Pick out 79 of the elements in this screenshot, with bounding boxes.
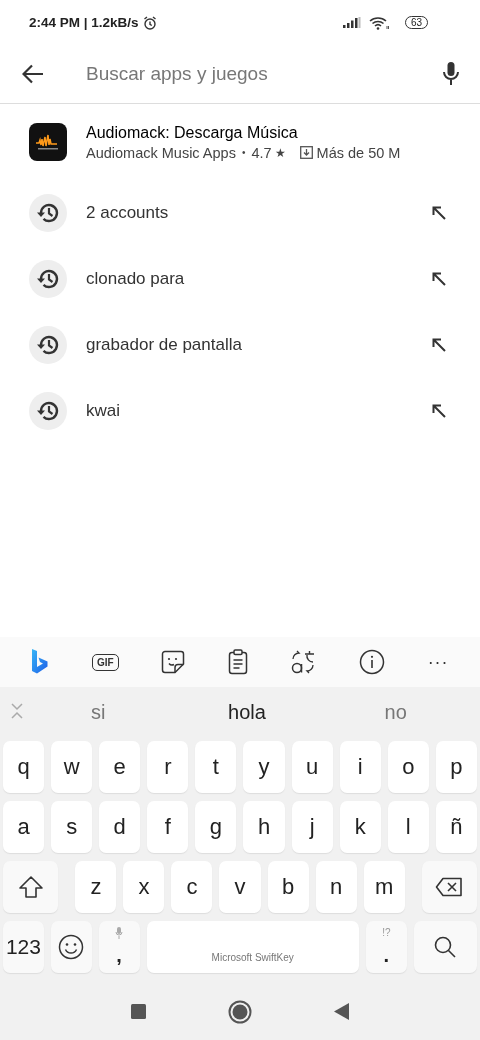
fill-in-arrow-icon[interactable]: [432, 404, 446, 418]
history-icon: [29, 260, 67, 298]
letter-key[interactable]: y: [243, 741, 285, 793]
letter-key[interactable]: q: [3, 741, 45, 793]
letter-key[interactable]: g: [195, 801, 237, 853]
search-key[interactable]: [413, 921, 478, 973]
letter-key[interactable]: h: [243, 801, 285, 853]
fill-in-arrow-icon[interactable]: [432, 338, 446, 352]
space-key[interactable]: Microsoft SwiftKey: [146, 921, 359, 973]
search-field[interactable]: Buscar apps y juegos: [86, 59, 442, 89]
backspace-key[interactable]: [421, 861, 477, 913]
letter-key[interactable]: u: [291, 741, 333, 793]
separator-dot: •: [241, 147, 246, 158]
search-icon: [434, 936, 457, 958]
history-icon: [29, 194, 67, 232]
history-icon: [29, 326, 67, 364]
letter-key[interactable]: j: [291, 801, 333, 853]
letter-key[interactable]: i: [339, 741, 381, 793]
numbers-key[interactable]: 123: [3, 921, 44, 973]
search-suggestion[interactable]: kwai: [86, 401, 432, 421]
search-suggestion[interactable]: clonado para: [86, 269, 432, 289]
back-arrow-icon[interactable]: [22, 64, 44, 84]
letter-key[interactable]: k: [339, 801, 381, 853]
emoji-key[interactable]: [50, 921, 92, 973]
letter-key[interactable]: e: [99, 741, 141, 793]
signal-icon: [342, 17, 361, 28]
word-suggestion[interactable]: no: [321, 701, 470, 724]
more-options-button[interactable]: ···: [427, 651, 449, 673]
info-icon[interactable]: [359, 649, 385, 675]
letter-key[interactable]: p: [435, 741, 477, 793]
app-name: Audiomack: Descarga Música: [86, 123, 299, 142]
letter-key[interactable]: f: [147, 801, 189, 853]
letter-key[interactable]: l: [387, 801, 429, 853]
app-logo[interactable]: [29, 123, 67, 161]
search-suggestion[interactable]: grabador de pantalla: [86, 335, 432, 355]
letter-key[interactable]: n: [315, 861, 357, 913]
comma-key[interactable]: ,: [98, 921, 140, 973]
download-icon: [299, 146, 313, 159]
letter-key[interactable]: x: [123, 861, 165, 913]
letter-key[interactable]: t: [195, 741, 237, 793]
developer-name: Audiomack Music Apps: [86, 144, 236, 161]
letter-key[interactable]: m: [363, 861, 405, 913]
letter-key[interactable]: c: [171, 861, 213, 913]
letter-key[interactable]: o: [387, 741, 429, 793]
sticker-icon[interactable]: [161, 650, 186, 674]
search-suggestion[interactable]: 2 accounts: [86, 203, 432, 223]
letter-key[interactable]: s: [51, 801, 93, 853]
letter-key[interactable]: d: [99, 801, 141, 853]
letter-key[interactable]: w: [51, 741, 93, 793]
wifi-icon: [368, 15, 389, 30]
letter-key[interactable]: a: [3, 801, 45, 853]
status-text: 2:44 PM | 1.2kB/s: [29, 15, 139, 30]
fill-in-arrow-icon[interactable]: [432, 206, 446, 220]
shift-key[interactable]: [3, 861, 59, 913]
back-button[interactable]: [334, 1003, 349, 1020]
home-button[interactable]: [228, 999, 252, 1024]
emoji-icon: [58, 934, 85, 960]
letter-key[interactable]: b: [267, 861, 309, 913]
clipboard-icon[interactable]: [227, 649, 248, 675]
letter-key[interactable]: ñ: [435, 801, 477, 853]
letter-key[interactable]: r: [147, 741, 189, 793]
period-key[interactable]: !? .: [365, 921, 407, 973]
word-suggestion[interactable]: hola: [172, 701, 322, 724]
backspace-icon: [435, 877, 464, 897]
microphone-icon: [115, 927, 124, 939]
fill-in-arrow-icon[interactable]: [432, 272, 446, 286]
translate-icon[interactable]: [290, 649, 317, 675]
bing-logo-icon[interactable]: [31, 648, 50, 676]
microphone-icon[interactable]: [442, 61, 460, 87]
gif-button[interactable]: GIF: [91, 653, 119, 671]
letter-key[interactable]: v: [219, 861, 261, 913]
shift-icon: [17, 875, 44, 899]
letter-key[interactable]: z: [75, 861, 117, 913]
history-icon: [29, 392, 67, 430]
rating-value: 4.7: [251, 144, 272, 161]
download-count: Más de 50 M: [316, 144, 401, 161]
alarm-icon: [142, 15, 157, 30]
star-icon: ★: [274, 145, 286, 160]
word-suggestion[interactable]: si: [24, 701, 173, 724]
